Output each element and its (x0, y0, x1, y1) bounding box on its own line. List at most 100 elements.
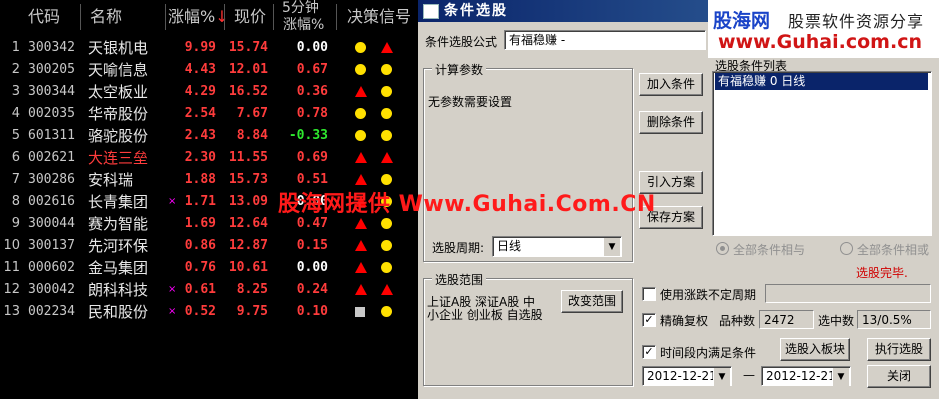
chevron-down-icon: ▼ (713, 368, 730, 386)
header-signal[interactable]: 决策信号 (347, 0, 411, 33)
current-price: 15.73 (228, 172, 268, 187)
signal-dot-icon (381, 262, 392, 273)
stock-code: 002616 (28, 194, 75, 209)
table-row[interactable]: 12 300042 朗科科技 × 0.61 8.25 0.24 (0, 279, 418, 301)
header-code[interactable]: 代码 (28, 0, 60, 33)
table-row[interactable]: 4 002035 华帝股份 2.54 7.67 0.78 (0, 103, 418, 125)
current-price: 12.64 (228, 216, 268, 231)
calc-params-group: 计算参数 无参数需要设置 选股周期: 日线 ▼ (423, 61, 633, 262)
header-pct[interactable]: 涨幅%↓ (168, 0, 229, 33)
selected-label: 选中数 (818, 314, 855, 328)
use-period-checkbox[interactable] (642, 287, 656, 301)
row-index: 1 (11, 40, 20, 55)
calc-params-title: 计算参数 (432, 61, 487, 78)
row-index: 8 (11, 194, 20, 209)
row-index: 6 (11, 150, 20, 165)
change-pct: 0.86 (184, 238, 216, 253)
table-row[interactable]: 2 300205 天喻信息 4.43 12.01 0.67 (0, 59, 418, 81)
row-index: 9 (11, 216, 20, 231)
dialog-title: 条件选股 (444, 3, 508, 19)
date-to-value: 2012-12-21 (766, 369, 836, 383)
period-dropdown[interactable]: 日线 ▼ (492, 236, 622, 257)
five-min-change: 0.24 (296, 282, 328, 297)
change-pct: 1.88 (184, 172, 216, 187)
close-button[interactable]: 关闭 (867, 365, 931, 388)
stock-name: 华帝股份 (88, 105, 149, 123)
current-price: 12.01 (228, 62, 268, 77)
add-condition-button[interactable]: 加入条件 (639, 73, 703, 96)
stock-name: 先河环保 (88, 237, 149, 255)
radio-or[interactable] (840, 242, 853, 255)
table-row[interactable]: 1 300342 天银机电 9.99 15.74 0.00 (0, 37, 418, 59)
stock-code: 002234 (28, 304, 75, 319)
signal-up-triangle-icon (355, 262, 367, 273)
signal-up-triangle-icon (355, 152, 367, 163)
condition-list[interactable]: 有福稳赚 0 日线 (712, 71, 932, 236)
sort-desc-icon: ↓ (215, 7, 229, 26)
radio-and-label: 全部条件相与 (733, 243, 806, 257)
header-name[interactable]: 名称 (90, 0, 122, 33)
list-item[interactable]: 有福稳赚 0 日线 (715, 73, 928, 90)
time-range-checkbox[interactable]: ✓ (642, 345, 656, 359)
signal-dot-icon (381, 240, 392, 251)
no-params-text: 无参数需要设置 (428, 95, 513, 109)
stock-code: 002621 (28, 150, 75, 165)
count-field: 2472 (759, 310, 814, 329)
formula-select[interactable]: 有福稳赚 - (504, 30, 706, 50)
range-title: 选股范围 (432, 271, 487, 288)
stock-code: 300286 (28, 172, 75, 187)
table-row[interactable]: 3 300344 太空板业 4.29 16.52 0.36 (0, 81, 418, 103)
chevron-down-icon: ▼ (603, 238, 620, 256)
execute-button[interactable]: 执行选股 (867, 338, 931, 361)
change-range-button[interactable]: 改变范围 (561, 290, 623, 313)
signal-up-triangle-icon (381, 284, 393, 295)
signal-dot-icon (355, 64, 366, 75)
current-price: 7.67 (236, 106, 268, 121)
change-pct: 0.61 (184, 282, 216, 297)
stock-code: 300042 (28, 282, 75, 297)
current-price: 8.25 (236, 282, 268, 297)
stock-name: 朗科科技 (88, 281, 149, 299)
stock-code: 000602 (28, 260, 75, 275)
date-to-picker[interactable]: 2012-12-21 ▼ (761, 366, 851, 386)
five-min-change: -0.33 (288, 128, 328, 143)
date-from-picker[interactable]: 2012-12-21 ▼ (642, 366, 732, 386)
table-row[interactable]: 13 002234 民和股份 × 0.52 9.75 0.10 (0, 301, 418, 323)
period-value: 日线 (497, 239, 522, 253)
to-board-button[interactable]: 选股入板块 (780, 338, 850, 361)
current-price: 9.75 (236, 304, 268, 319)
stock-name: 安科瑞 (88, 171, 134, 189)
stock-name: 大连三垒 (88, 149, 149, 167)
change-pct: 2.30 (184, 150, 216, 165)
stock-code: 300342 (28, 40, 75, 55)
exact-fq-checkbox[interactable]: ✓ (642, 313, 656, 327)
five-min-change: 0.36 (296, 84, 328, 99)
delete-condition-button[interactable]: 删除条件 (639, 111, 703, 134)
radio-and[interactable] (716, 242, 729, 255)
logo-sub-text: 股票软件资源分享 (788, 12, 925, 31)
header-price[interactable]: 现价 (234, 0, 266, 33)
stock-code: 601311 (28, 128, 75, 143)
change-pct: 4.29 (184, 84, 216, 99)
table-row[interactable]: 10 300137 先河环保 0.86 12.87 0.15 (0, 235, 418, 257)
row-index: 10 (3, 238, 20, 253)
chevron-down-icon: ▼ (832, 368, 849, 386)
table-row[interactable]: 6 002621 大连三垒 2.30 11.55 0.69 (0, 147, 418, 169)
selected-field: 13/0.5% (857, 310, 931, 329)
table-row[interactable]: 11 000602 金马集团 0.76 10.61 0.00 (0, 257, 418, 279)
current-price: 13.09 (228, 194, 268, 209)
signal-dot-icon (381, 306, 392, 317)
signal-up-triangle-icon (355, 86, 367, 97)
stock-name: 天喻信息 (88, 61, 149, 79)
header-divider (80, 4, 81, 30)
period-label: 选股周期: (432, 241, 485, 255)
table-row[interactable]: 5 601311 骆驼股份 2.43 8.84 -0.33 (0, 125, 418, 147)
current-price: 16.52 (228, 84, 268, 99)
stock-name: 金马集团 (88, 259, 149, 277)
signal-dot-icon (381, 64, 392, 75)
range-line-2: 小企业 创业板 自选股 (427, 308, 543, 322)
header-divider (273, 4, 274, 30)
window-icon (423, 4, 439, 19)
current-price: 12.87 (228, 238, 268, 253)
row-index: 11 (3, 260, 20, 275)
